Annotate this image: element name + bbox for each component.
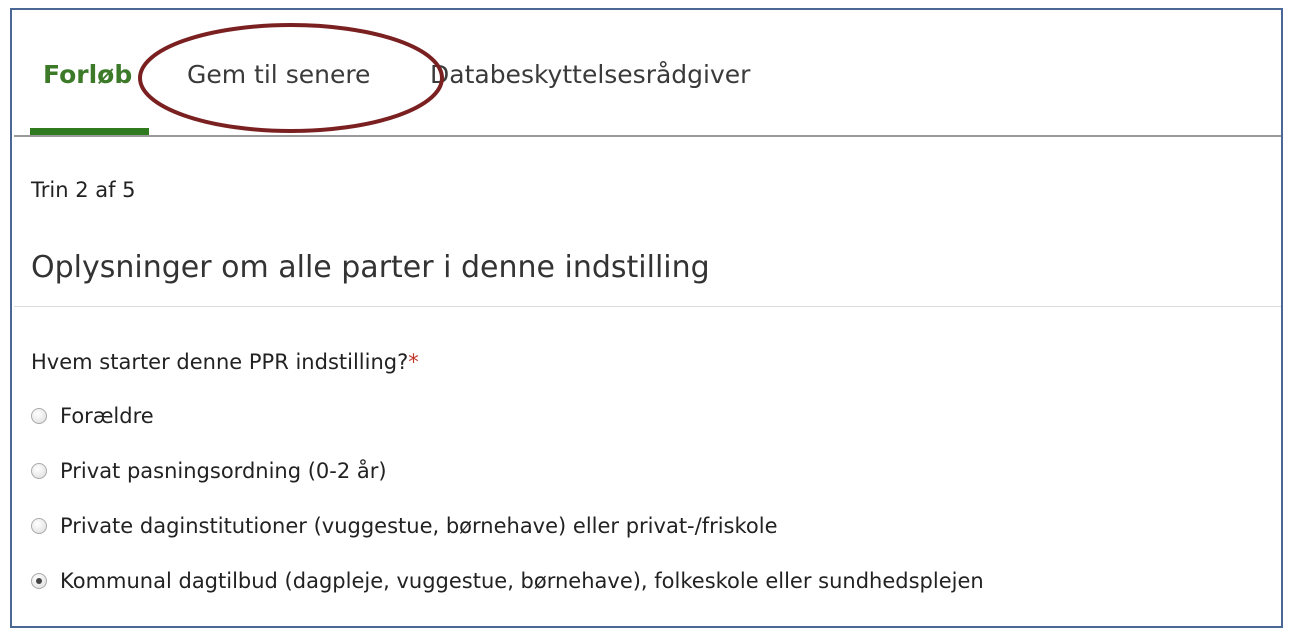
radio-option-foraeldre[interactable]: Forældre — [31, 404, 154, 428]
required-marker: * — [408, 350, 419, 374]
radio-option-kommunal-dagtilbud[interactable]: Kommunal dagtilbud (dagpleje, vuggestue,… — [31, 569, 984, 593]
radio-button[interactable] — [31, 518, 47, 534]
tab-save-for-later[interactable]: Gem til senere — [187, 60, 370, 89]
radio-option-label: Forældre — [60, 404, 154, 428]
question-label: Hvem starter denne PPR indstilling?* — [31, 350, 419, 374]
radio-button-selected[interactable] — [31, 573, 47, 589]
radio-button[interactable] — [31, 408, 47, 424]
section-title: Oplysninger om alle parter i denne indst… — [31, 250, 710, 285]
section-divider — [14, 306, 1281, 307]
tab-bar: Forløb Gem til senere Databeskyttelsesrå… — [30, 60, 1270, 120]
question-text: Hvem starter denne PPR indstilling? — [31, 350, 409, 374]
radio-option-private-daginstitutioner[interactable]: Private daginstitutioner (vuggestue, bør… — [31, 514, 778, 538]
radio-option-label: Kommunal dagtilbud (dagpleje, vuggestue,… — [60, 569, 984, 593]
radio-option-label: Privat pasningsordning (0-2 år) — [60, 459, 387, 483]
radio-option-label: Private daginstitutioner (vuggestue, bør… — [60, 514, 778, 538]
tabs-divider — [14, 135, 1281, 137]
step-indicator: Trin 2 af 5 — [31, 178, 136, 202]
radio-option-privat-pasningsordning[interactable]: Privat pasningsordning (0-2 år) — [31, 459, 387, 483]
radio-button[interactable] — [31, 463, 47, 479]
tab-forloeb[interactable]: Forløb — [43, 60, 132, 89]
tab-data-protection-advisor[interactable]: Databeskyttelsesrådgiver — [430, 60, 750, 89]
